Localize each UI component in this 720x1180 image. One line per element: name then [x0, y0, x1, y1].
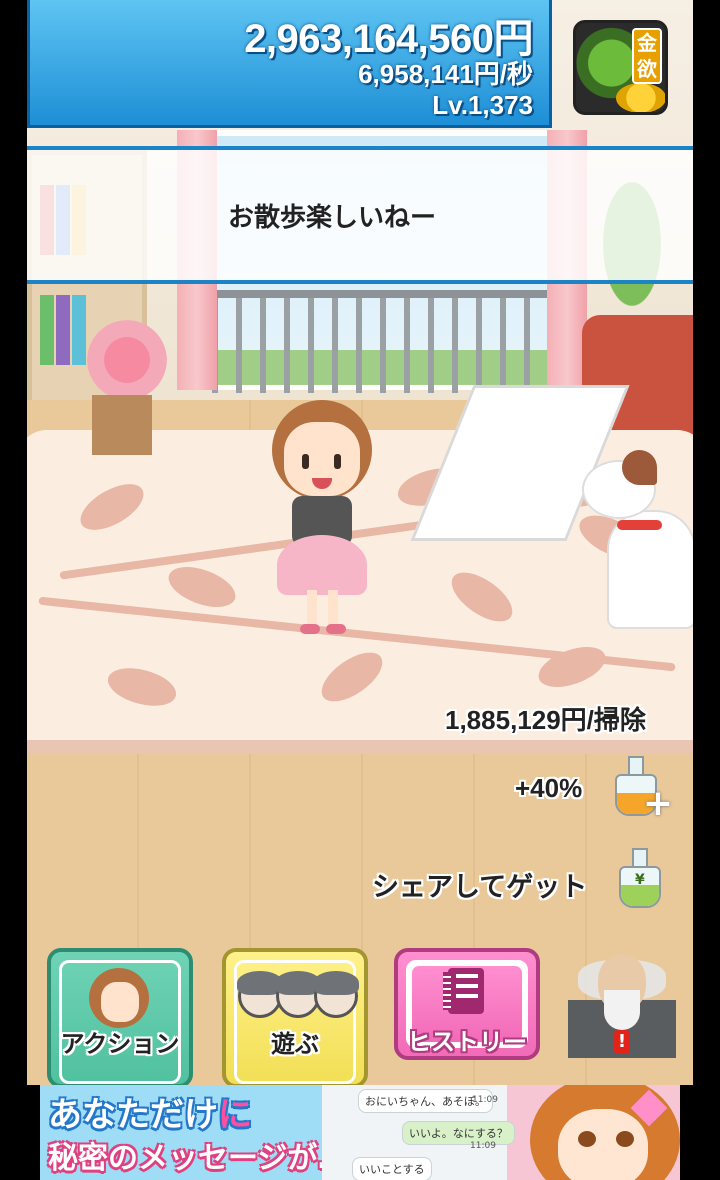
notebook-icon: [443, 968, 484, 1014]
badge-char-1: 金: [637, 31, 657, 55]
history-button[interactable]: ヒストリー: [394, 948, 540, 1060]
ad-headline-particle: に: [218, 1095, 252, 1135]
boost-percent: +40%: [515, 773, 583, 803]
flask-yen-icon[interactable]: ¥: [617, 848, 663, 910]
speech-band: お散歩楽しいねー: [27, 146, 693, 284]
share-reward-label[interactable]: シェアしてゲット: [372, 865, 587, 904]
money-panel: 2,963,164,560円 6,958,141円/秒 Lv.1,373: [27, 0, 552, 128]
chat-time: 11:09: [472, 1095, 498, 1105]
game-screen: 2,963,164,560円 6,958,141円/秒 Lv.1,373 金 欲…: [0, 0, 720, 1180]
ad-subline: 秘密のメッセージが…: [48, 1141, 348, 1176]
chat-time: 11:09: [470, 1141, 496, 1151]
play-label: 遊ぶ: [271, 1030, 319, 1058]
balcony-railing: [212, 290, 562, 393]
money-per-second: 6,958,141円/秒: [358, 59, 533, 89]
greed-badge: 金 欲: [632, 28, 662, 84]
ad-girl-illustration: [510, 1085, 680, 1180]
speech-text: お散歩楽しいねー: [227, 202, 436, 233]
ad-chat-preview: おにいちゃん、あそぼ。 11:09 いいよ。なにする？ 11:09 いいことする: [322, 1085, 515, 1180]
dog-character[interactable]: [582, 450, 693, 630]
chat-bubble: いいことする: [352, 1157, 432, 1180]
gold-coins-icon: [616, 83, 665, 112]
level-display: Lv.1,373: [432, 90, 533, 120]
ad-banner[interactable]: あなただけに 秘密のメッセージが… おにいちゃん、あそぼ。 11:09 いいよ。…: [40, 1085, 680, 1180]
action-label: アクション: [60, 1030, 180, 1058]
ad-headline: あなただけに: [48, 1087, 252, 1136]
friend-face-icon: [313, 971, 359, 1018]
goblin-greed-button[interactable]: 金 欲: [573, 20, 668, 115]
elder-advisor-button[interactable]: !: [568, 950, 676, 1058]
history-label: ヒストリー: [407, 1028, 527, 1056]
flower-bouquet: [87, 320, 167, 400]
ad-headline-main: あなただけ: [48, 1095, 218, 1135]
action-button[interactable]: アクション: [47, 948, 193, 1088]
girl-character[interactable]: [262, 400, 382, 640]
flask-plus-icon[interactable]: +: [613, 756, 673, 824]
girl-face-icon: [89, 968, 149, 1028]
badge-char-2: 欲: [637, 57, 657, 81]
money-per-clean: 1,885,129円/掃除: [445, 705, 646, 735]
alert-icon: !: [614, 1030, 630, 1054]
play-button[interactable]: 遊ぶ: [222, 948, 368, 1088]
flower-pot: [92, 395, 152, 455]
chat-bubble: いいよ。なにする？: [402, 1121, 515, 1145]
